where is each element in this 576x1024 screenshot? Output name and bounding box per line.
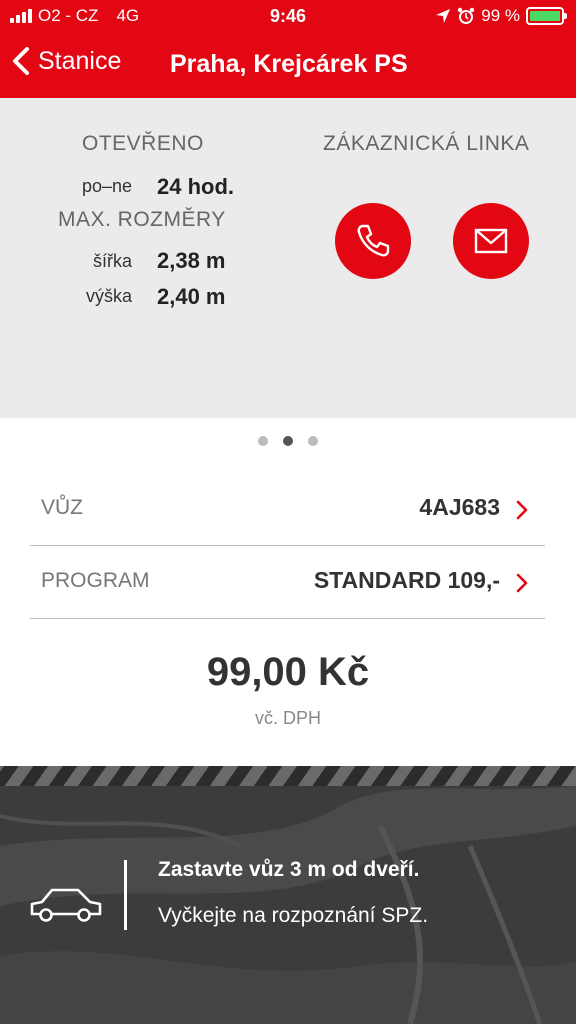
status-bar: O2 - CZ 4G 9:46 99 %: [0, 0, 576, 34]
battery-icon: [526, 7, 567, 25]
back-label: Stanice: [38, 46, 122, 75]
hours-value: 24 hod.: [157, 174, 235, 199]
car-row[interactable]: VŮZ 4AJ683: [30, 474, 545, 546]
page-title: Praha, Krejcárek PS: [170, 50, 408, 78]
hours-label: po–ne: [81, 176, 132, 196]
customer-line-heading: ZÁKAZNICKÁ LINKA: [323, 132, 530, 155]
header: O2 - CZ 4G 9:46 99 % Stanice Praha, Krej…: [0, 0, 576, 98]
navigation-bar: Stanice Praha, Krejcárek PS: [0, 34, 576, 98]
opening-hours-heading: OTEVŘENO: [82, 132, 204, 155]
instruction-panel: Zastavte vůz 3 m od dveří. Vyčkejte na r…: [0, 766, 576, 1024]
program-label: PROGRAM: [41, 569, 150, 592]
height-value: 2,40 m: [157, 284, 226, 309]
page-dot[interactable]: [308, 436, 318, 446]
instruction-line-2: Vyčkejte na rozpoznání SPZ.: [158, 904, 429, 927]
page-dot[interactable]: [283, 436, 293, 446]
program-row[interactable]: PROGRAM STANDARD 109,-: [30, 547, 545, 619]
program-value: STANDARD 109,-: [313, 567, 500, 593]
instruction-line-1: Zastavte vůz 3 m od dveří.: [158, 858, 420, 881]
page-indicator[interactable]: [0, 436, 576, 446]
location-arrow-icon: [436, 9, 451, 23]
car-label: VŮZ: [41, 496, 83, 519]
price-amount: 99,00 Kč: [206, 650, 370, 694]
page-dot[interactable]: [258, 436, 268, 446]
chevron-right-icon: [516, 573, 528, 593]
car-value: 4AJ683: [419, 494, 500, 520]
phone-icon: [357, 224, 390, 257]
mail-icon: [474, 228, 508, 254]
width-label: šířka: [92, 251, 132, 271]
hazard-stripes: [0, 766, 576, 786]
status-right: 99 %: [435, 6, 567, 26]
vat-note: vč. DPH: [254, 708, 321, 728]
dimensions-heading: MAX. ROZMĚRY: [58, 208, 226, 231]
width-value: 2,38 m: [157, 248, 226, 273]
call-button[interactable]: [335, 203, 411, 279]
alarm-icon: [458, 7, 475, 24]
chevron-right-icon: [516, 500, 528, 520]
height-label: výška: [85, 286, 132, 306]
battery-percent: 99 %: [481, 6, 520, 25]
email-button[interactable]: [453, 203, 529, 279]
station-info-panel[interactable]: OTEVŘENO po–ne 24 hod. MAX. ROZMĚRY šířk…: [0, 98, 576, 418]
divider: [124, 860, 127, 930]
back-chevron-icon: [13, 47, 29, 75]
car-icon: [30, 888, 102, 922]
back-button[interactable]: Stanice: [10, 46, 121, 76]
